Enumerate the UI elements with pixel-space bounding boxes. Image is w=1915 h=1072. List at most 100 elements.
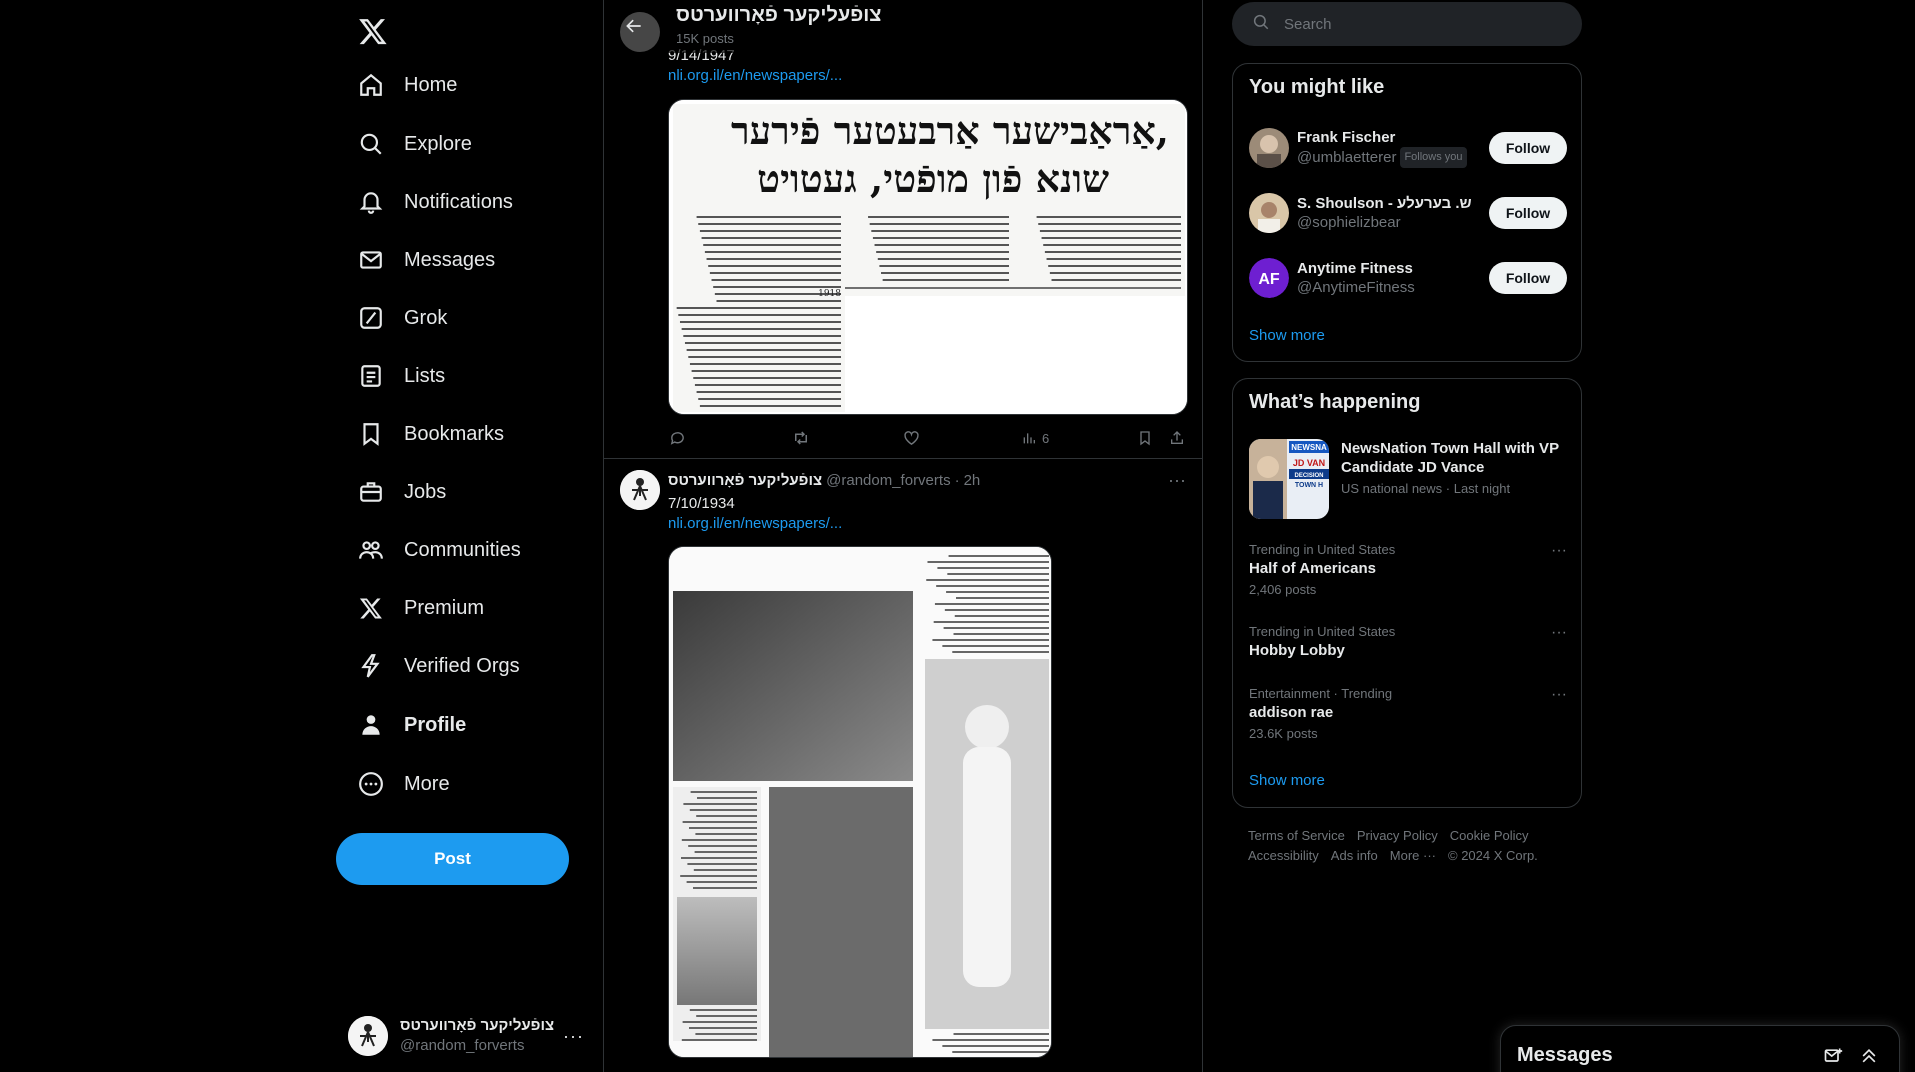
- more-dots-icon[interactable]: ···: [1168, 470, 1186, 491]
- text-line: [689, 827, 757, 829]
- views-button[interactable]: 6: [1020, 429, 1049, 447]
- text-line: [872, 237, 1009, 239]
- trend-count: 23.6K posts: [1249, 726, 1318, 741]
- text-line: [874, 244, 1009, 246]
- footer-link[interactable]: Ads info: [1331, 848, 1378, 863]
- back-arrow-icon[interactable]: [616, 8, 652, 44]
- nav-label: Verified Orgs: [404, 654, 520, 677]
- nav-more[interactable]: More: [346, 758, 462, 810]
- nav-jobs[interactable]: Jobs: [346, 466, 458, 518]
- text-line: [877, 258, 1009, 260]
- search-icon: [358, 131, 384, 157]
- news-item[interactable]: NEWSNA JD VAN DECISION TOWN H NewsNation…: [1249, 439, 1567, 519]
- user-name[interactable]: Anytime Fitness: [1297, 259, 1489, 278]
- follow-suggestion[interactable]: AF Anytime Fitness @AnytimeFitness Follo…: [1249, 250, 1567, 306]
- nav-lists[interactable]: Lists: [346, 350, 457, 402]
- nav-communities[interactable]: Communities: [346, 524, 533, 576]
- news-title[interactable]: NewsNation Town Hall with VP Candidate J…: [1341, 439, 1567, 477]
- repost-button[interactable]: [792, 429, 810, 447]
- footer-link[interactable]: Privacy Policy: [1357, 828, 1438, 843]
- footer-links: Terms of Service Privacy Policy Cookie Pol…: [1248, 826, 1578, 866]
- more-dots-icon[interactable]: ···: [1551, 542, 1567, 560]
- account-name: צופֿעליקער פֿאָרווערטס: [400, 1017, 555, 1034]
- trend-title[interactable]: addison rae: [1249, 704, 1567, 721]
- text-line: [694, 384, 841, 386]
- text-line: [937, 567, 1049, 569]
- author-handle[interactable]: @random_forverts: [826, 472, 950, 489]
- follow-button[interactable]: Follow: [1489, 262, 1567, 294]
- user-handle[interactable]: @AnytimeFitness: [1297, 278, 1415, 297]
- avatar[interactable]: AF: [1249, 258, 1289, 298]
- user-name[interactable]: S. Shoulson - ש. בערעלע: [1297, 194, 1489, 213]
- follow-suggestion[interactable]: S. Shoulson - ש. בערעלע @sophielizbear F…: [1249, 185, 1567, 241]
- text-line: [952, 651, 1049, 653]
- follow-button[interactable]: Follow: [1489, 132, 1567, 164]
- show-more-link[interactable]: Show more: [1249, 327, 1325, 344]
- trend-item[interactable]: Trending in United States Half of Americ…: [1249, 542, 1567, 597]
- nav-messages[interactable]: Messages: [346, 234, 507, 286]
- footer-link[interactable]: Terms of Service: [1248, 828, 1345, 843]
- more-dots-icon[interactable]: ···: [1551, 624, 1567, 642]
- text-line: [713, 286, 841, 288]
- avatar: [348, 1016, 388, 1056]
- text-line: [1048, 265, 1181, 267]
- trend-title[interactable]: Half of Americans: [1249, 560, 1567, 577]
- search-icon: [1252, 13, 1270, 36]
- reply-icon: [668, 429, 686, 447]
- text-line: [1036, 216, 1181, 218]
- share-button[interactable]: [1168, 429, 1186, 447]
- nav-notifications[interactable]: Notifications: [346, 176, 525, 228]
- bookmark-icon: [358, 421, 384, 447]
- post-button[interactable]: Post: [336, 833, 569, 885]
- user-name[interactable]: Frank Fischer: [1297, 128, 1489, 147]
- like-button[interactable]: [902, 429, 920, 447]
- text-line: [882, 279, 1009, 281]
- follow-suggestion[interactable]: Frank Fischer @umblaetterer Follows you F…: [1249, 120, 1567, 176]
- footer-link[interactable]: Cookie Policy: [1450, 828, 1529, 843]
- tweet-image-newspaper[interactable]: אַראַבישער אַרבעטער פֿירער, שונא פֿון מו…: [668, 99, 1188, 415]
- footer-link[interactable]: Accessibility: [1248, 848, 1319, 863]
- nav-home[interactable]: Home: [346, 59, 469, 111]
- user-handle[interactable]: @umblaetterer: [1297, 148, 1396, 167]
- messages-drawer[interactable]: Messages: [1500, 1025, 1900, 1072]
- user-handle[interactable]: @sophielizbear: [1297, 213, 1401, 232]
- account-switcher[interactable]: צופֿעליקער פֿאָרווערטס @random_forverts …: [336, 1004, 596, 1068]
- tweet-time[interactable]: 2h: [964, 472, 981, 489]
- avatar[interactable]: [620, 470, 660, 510]
- text-line: [708, 265, 841, 267]
- tweet-image-newspaper-photos[interactable]: [668, 546, 1052, 1058]
- reply-button[interactable]: [668, 429, 686, 447]
- x-logo-icon[interactable]: [348, 6, 398, 56]
- nav-explore[interactable]: Explore: [346, 118, 484, 170]
- tweet-link[interactable]: nli.org.il/en/newspapers/...: [668, 66, 842, 86]
- nav-profile[interactable]: Profile: [346, 699, 478, 751]
- trend-count: 2,406 posts: [1249, 582, 1317, 597]
- nav-premium[interactable]: Premium: [346, 582, 496, 634]
- search-bar[interactable]: [1232, 2, 1582, 46]
- new-message-icon[interactable]: [1821, 1044, 1845, 1068]
- footer-link[interactable]: More ···: [1390, 848, 1436, 863]
- more-dots-icon[interactable]: ···: [1551, 686, 1567, 704]
- nav-verified-orgs[interactable]: Verified Orgs: [346, 640, 532, 692]
- avatar[interactable]: [1249, 128, 1289, 168]
- nav-bookmarks[interactable]: Bookmarks: [346, 408, 516, 460]
- tweet[interactable]: צופֿעליקער פֿאָרווערטס @random_forverts …: [604, 460, 1202, 1072]
- author-name[interactable]: צופֿעליקער פֿאָרווערטס: [668, 472, 822, 489]
- search-input[interactable]: [1284, 15, 1544, 33]
- nav-label: Premium: [404, 596, 485, 619]
- tweet-link[interactable]: nli.org.il/en/newspapers/...: [668, 514, 842, 534]
- trend-item[interactable]: Trending in United States Hobby Lobby ··…: [1249, 624, 1567, 659]
- bookmark-button[interactable]: [1136, 429, 1154, 447]
- show-more-link[interactable]: Show more: [1249, 772, 1325, 789]
- nav-grok[interactable]: Grok: [346, 292, 459, 344]
- trend-item[interactable]: Entertainment · Trending addison rae 23.…: [1249, 686, 1567, 741]
- trend-title[interactable]: Hobby Lobby: [1249, 642, 1567, 659]
- follow-button[interactable]: Follow: [1489, 197, 1567, 229]
- avatar[interactable]: [1249, 193, 1289, 233]
- tweet[interactable]: 9/14/1947 nli.org.il/en/newspapers/... א…: [604, 0, 1202, 459]
- text-line: [698, 398, 841, 400]
- heart-icon: [902, 429, 920, 447]
- text-line: [678, 314, 841, 316]
- expand-chevron-icon[interactable]: [1857, 1044, 1881, 1068]
- text-line: [716, 300, 841, 302]
